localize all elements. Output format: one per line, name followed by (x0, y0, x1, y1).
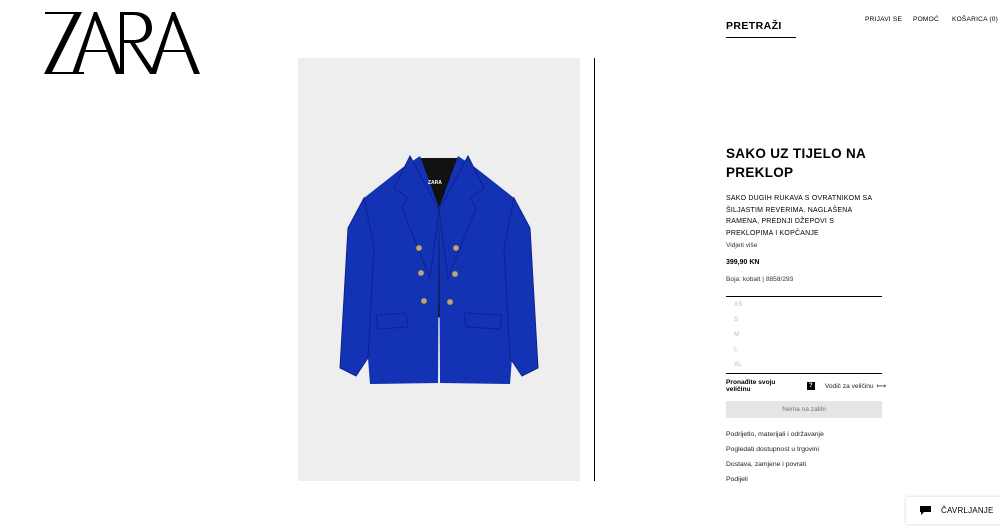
product-image[interactable]: ZARA (298, 58, 580, 481)
svg-text:ZARA: ZARA (428, 180, 442, 186)
zara-logo[interactable] (42, 10, 200, 76)
see-more-link[interactable]: Vidjeti više (726, 242, 882, 249)
chat-label: ČAVRLJANJE (941, 506, 994, 515)
size-help-row: Pronađite svoju veličinu ? Vodič za veli… (726, 379, 886, 393)
search-field[interactable]: PRETRAŽI (726, 16, 796, 38)
size-list: XS S M L XL (726, 296, 882, 374)
zara-logo-graphic (44, 12, 200, 74)
materials-care-link[interactable]: Podrijetlo, materijali i održavanje (726, 427, 824, 442)
store-availability-link[interactable]: Pogledati dostupnost u trgovini (726, 442, 824, 457)
size-option-s[interactable]: S (726, 312, 882, 327)
product-price: 399,90 KN (726, 259, 760, 266)
size-option-xl[interactable]: XL (726, 357, 882, 372)
chat-button[interactable]: ČAVRLJANJE (906, 497, 1000, 524)
out-of-stock-button[interactable]: Nema na zalihi (726, 401, 882, 418)
size-option-xs[interactable]: XS (726, 297, 882, 312)
size-option-m[interactable]: M (726, 327, 882, 342)
image-scrollbar[interactable] (594, 58, 595, 481)
color-info: Boja: kobalt | 8858/293 (726, 276, 794, 283)
find-size-link[interactable]: Pronađite svoju veličinu (726, 379, 802, 393)
blazer-illustration: ZARA (339, 154, 539, 384)
question-icon[interactable]: ? (806, 382, 815, 390)
info-links: Podrijetlo, materijali i održavanje Pogl… (726, 427, 824, 487)
cart-link[interactable]: KOŠARICA (0) (952, 16, 998, 23)
login-link[interactable]: PRIJAVI SE (865, 16, 902, 23)
size-option-l[interactable]: L (726, 342, 882, 357)
product-details: SAKO UZ TIJELO NA PREKLOP SAKO DUGIH RUK… (726, 144, 882, 283)
shipping-returns-link[interactable]: Dostava, zamjene i povrati (726, 457, 824, 472)
help-link[interactable]: POMOĆ (913, 16, 939, 23)
ruler-icon[interactable]: ⟼ (877, 382, 886, 390)
chat-icon (920, 506, 931, 515)
product-description: SAKO DUGIH RUKAVA S OVRATNIKOM SA ŠILJAS… (726, 195, 872, 237)
product-title: SAKO UZ TIJELO NA PREKLOP (726, 146, 866, 180)
search-label: PRETRAŽI (726, 20, 782, 32)
size-guide-link[interactable]: Vodič za veličinu (825, 383, 874, 390)
share-link[interactable]: Podijeli (726, 472, 824, 487)
